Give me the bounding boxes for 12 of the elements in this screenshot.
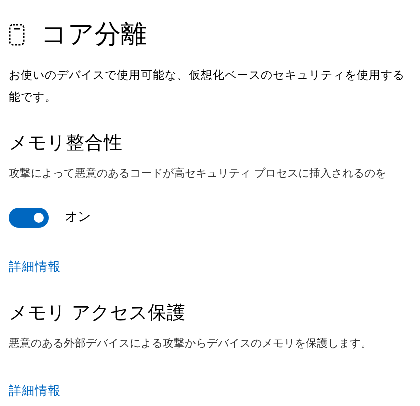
core-isolation-icon	[9, 24, 25, 46]
section-heading: メモリ整合性	[9, 135, 124, 154]
section-heading: メモリ アクセス保護	[9, 305, 187, 324]
section-description: 攻撃によって悪意のあるコードが高セキュリティ プロセスに挿入されるのを	[9, 166, 388, 182]
page-title: コア分離	[41, 22, 147, 48]
toggle-label: オン	[65, 209, 91, 228]
description-text: お使いのデバイスで使用可能な、仮想化ベースのセキュリティを使用する	[9, 67, 406, 84]
more-info-link[interactable]: 詳細情報	[9, 383, 61, 398]
toggle-switch[interactable]	[9, 208, 49, 228]
section-description: 悪意のある外部デバイスによる攻撃からデバイスのメモリを保護します。	[9, 336, 373, 352]
description-text: 能です。	[9, 89, 58, 106]
more-info-link[interactable]: 詳細情報	[9, 259, 61, 274]
